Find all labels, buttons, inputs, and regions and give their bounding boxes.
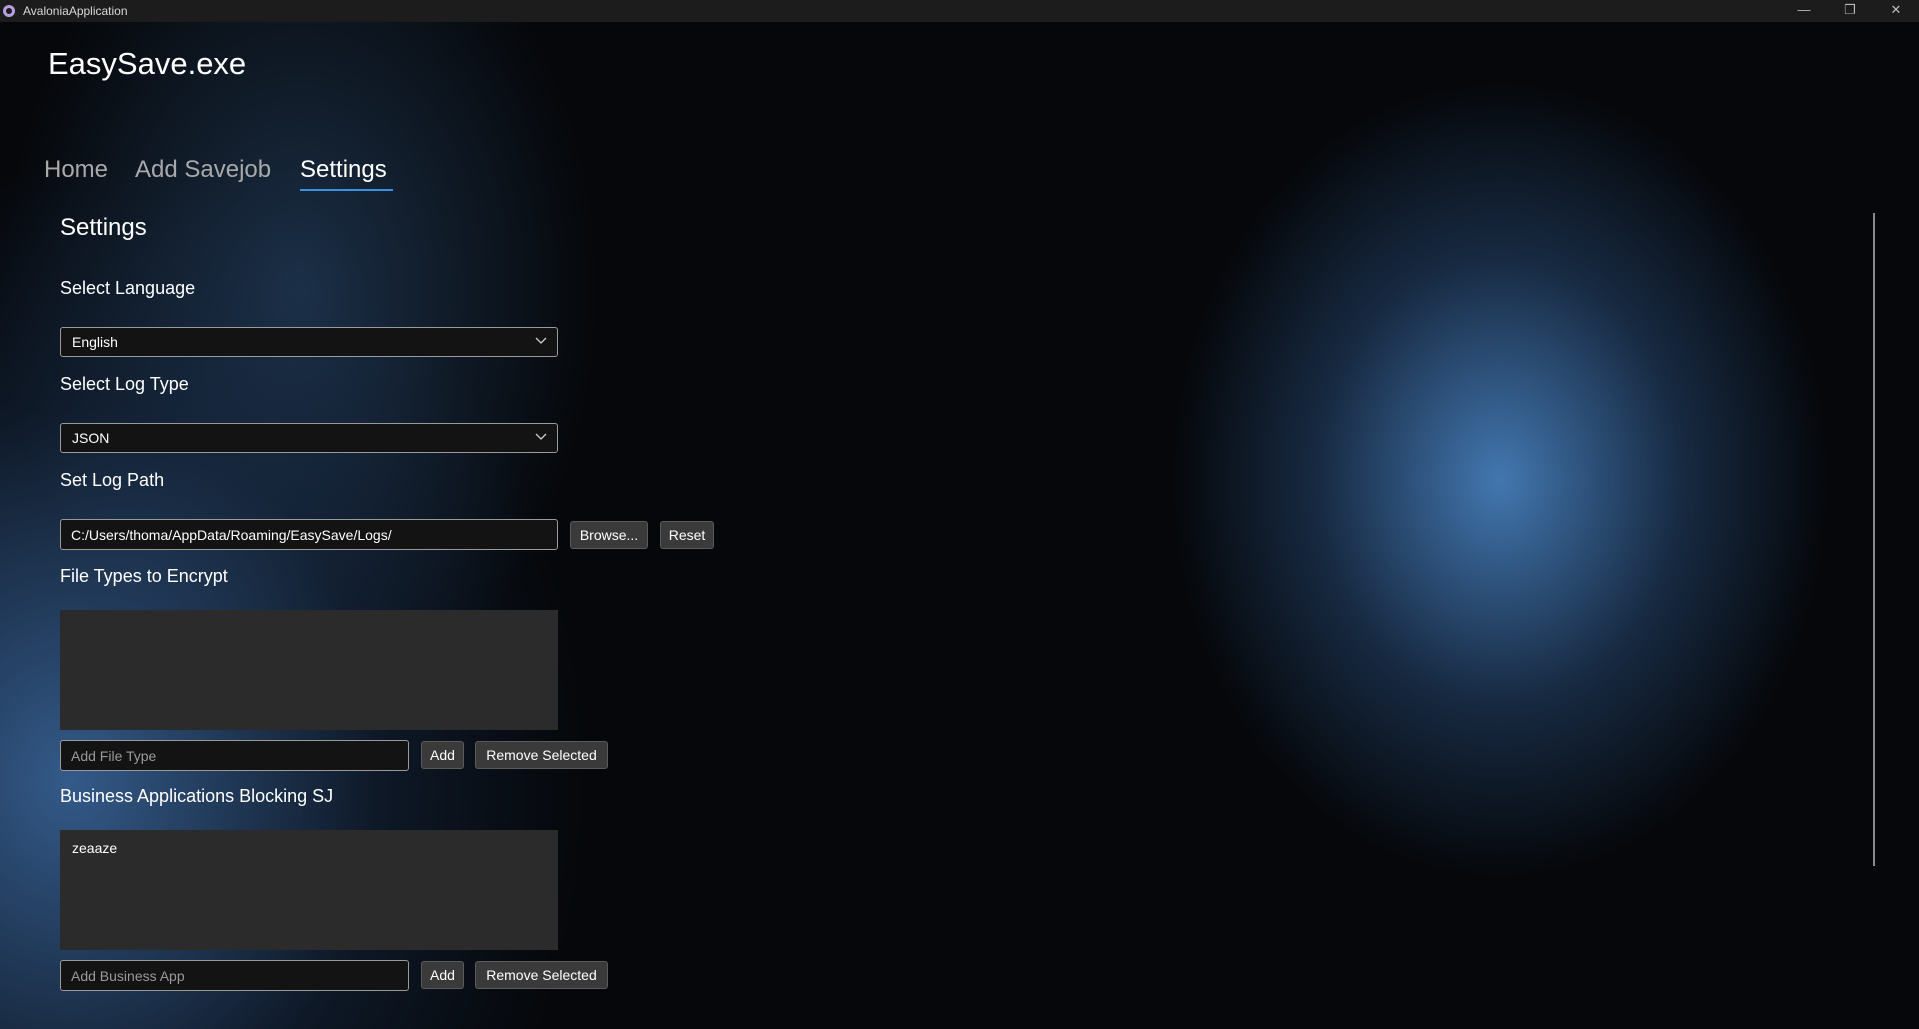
- log-type-select[interactable]: JSON: [60, 423, 558, 453]
- page-title: Settings: [60, 214, 147, 241]
- language-label: Select Language: [60, 278, 196, 298]
- remove-file-type-button[interactable]: Remove Selected: [475, 741, 608, 769]
- browse-button[interactable]: Browse...: [570, 521, 648, 549]
- chevron-down-icon: [535, 433, 547, 440]
- avalonia-logo-icon: [3, 5, 15, 17]
- restore-icon[interactable]: ❐: [1827, 0, 1873, 22]
- language-select-value: English: [72, 334, 118, 350]
- minimize-icon[interactable]: —: [1781, 0, 1827, 22]
- add-file-type-button[interactable]: Add: [421, 741, 464, 769]
- add-file-type-input[interactable]: [60, 740, 409, 771]
- encrypt-file-types-list[interactable]: [60, 610, 558, 730]
- tab-home[interactable]: Home: [44, 156, 108, 184]
- app-heading: EasySave.exe: [48, 46, 247, 81]
- reset-button[interactable]: Reset: [660, 521, 714, 549]
- business-apps-label: Business Applications Blocking SJ: [60, 786, 334, 806]
- tab-add-savejob[interactable]: Add Savejob: [135, 156, 271, 184]
- close-icon[interactable]: ✕: [1873, 0, 1919, 22]
- chevron-down-icon: [535, 337, 547, 344]
- business-apps-list[interactable]: zeaaze: [60, 830, 558, 950]
- vertical-scrollbar[interactable]: [1873, 213, 1875, 866]
- log-type-label: Select Log Type: [60, 374, 189, 394]
- active-tab-indicator: [300, 189, 393, 191]
- log-path-label: Set Log Path: [60, 470, 165, 490]
- language-select[interactable]: English: [60, 327, 558, 357]
- scroll-viewport-edge: [0, 981, 1919, 1029]
- log-path-input[interactable]: [60, 519, 558, 550]
- window-title: AvaloniaApplication: [23, 4, 128, 18]
- window-titlebar[interactable]: AvaloniaApplication — ❐ ✕: [0, 0, 1919, 22]
- tab-settings[interactable]: Settings: [300, 156, 387, 184]
- encrypt-label: File Types to Encrypt: [60, 566, 228, 586]
- log-type-select-value: JSON: [72, 430, 110, 446]
- list-item[interactable]: zeaaze: [72, 840, 117, 856]
